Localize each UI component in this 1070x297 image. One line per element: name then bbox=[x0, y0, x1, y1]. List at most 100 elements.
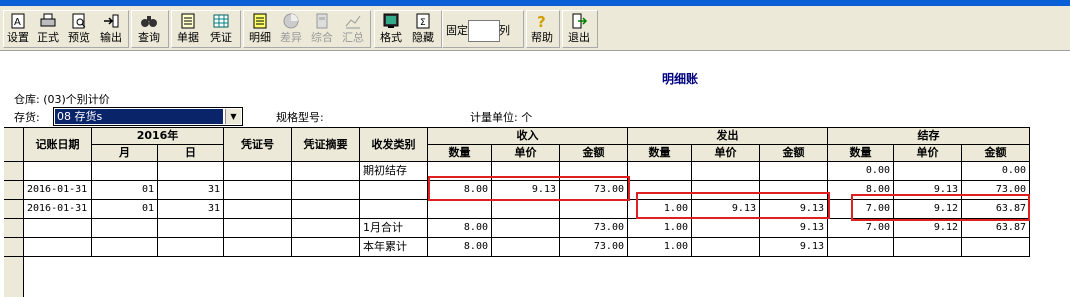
cell-out-amount[interactable] bbox=[760, 162, 828, 181]
cell-month[interactable]: 01 bbox=[92, 200, 158, 219]
cell-date[interactable] bbox=[24, 238, 92, 257]
cell-out-price[interactable] bbox=[692, 238, 760, 257]
cell-out-price[interactable] bbox=[692, 162, 760, 181]
composite-button[interactable]: 综合 bbox=[307, 9, 337, 47]
cell-voucher-summary[interactable] bbox=[292, 238, 360, 257]
settings-button[interactable]: A 设置 bbox=[4, 9, 32, 47]
difference-icon bbox=[283, 13, 299, 29]
fix-columns-input[interactable] bbox=[468, 20, 500, 42]
voucher-button[interactable]: 凭证 bbox=[205, 9, 237, 47]
inventory-select[interactable]: 08 存货s ▼ bbox=[53, 107, 243, 126]
cell-out-amount[interactable]: 9.13 bbox=[760, 238, 828, 257]
cell-type[interactable] bbox=[360, 181, 428, 200]
cell-in-amount[interactable] bbox=[560, 200, 628, 219]
cell-voucher-no[interactable] bbox=[224, 200, 292, 219]
cell-balance-price[interactable] bbox=[894, 162, 962, 181]
cell-month[interactable] bbox=[92, 219, 158, 238]
inventory-select-value: 08 存货s bbox=[55, 109, 223, 124]
cell-out-qty[interactable]: 1.00 bbox=[628, 238, 692, 257]
cell-balance-qty[interactable]: 7.00 bbox=[828, 219, 894, 238]
difference-label: 差异 bbox=[280, 31, 302, 44]
cell-out-amount[interactable]: 9.13 bbox=[760, 219, 828, 238]
chevron-down-icon[interactable]: ▼ bbox=[225, 109, 241, 124]
cell-day[interactable] bbox=[158, 219, 224, 238]
spec-label: 规格型号: bbox=[276, 111, 324, 124]
voucher-label: 凭证 bbox=[210, 31, 232, 44]
cell-type[interactable] bbox=[360, 200, 428, 219]
header-balance: 结存 bbox=[828, 128, 1030, 145]
cell-day[interactable] bbox=[158, 238, 224, 257]
cell-voucher-no[interactable] bbox=[224, 162, 292, 181]
document-button[interactable]: 单据 bbox=[173, 9, 203, 47]
cell-balance-amount[interactable] bbox=[962, 238, 1030, 257]
cell-type[interactable]: 本年累计 bbox=[360, 238, 428, 257]
row-header[interactable] bbox=[4, 200, 24, 219]
cell-month[interactable] bbox=[92, 162, 158, 181]
cell-in-qty[interactable]: 8.00 bbox=[428, 238, 492, 257]
exit-button[interactable]: 退出 bbox=[564, 9, 594, 47]
cell-date[interactable]: 2016-01-31 bbox=[24, 200, 92, 219]
format-button[interactable]: 格式 bbox=[376, 9, 406, 47]
cell-voucher-no[interactable] bbox=[224, 219, 292, 238]
cell-in-price[interactable] bbox=[492, 238, 560, 257]
cell-balance-qty[interactable]: 0.00 bbox=[828, 162, 894, 181]
help-icon: ? bbox=[537, 13, 546, 30]
difference-button[interactable]: 差异 bbox=[276, 9, 306, 47]
header-balance-amount: 金额 bbox=[962, 145, 1030, 162]
cell-voucher-no[interactable] bbox=[224, 238, 292, 257]
export-label: 输出 bbox=[100, 31, 122, 44]
cell-out-qty[interactable]: 1.00 bbox=[628, 219, 692, 238]
cell-in-qty[interactable]: 8.00 bbox=[428, 219, 492, 238]
cell-type[interactable]: 期初结存 bbox=[360, 162, 428, 181]
export-button[interactable]: 输出 bbox=[96, 9, 126, 47]
row-header[interactable] bbox=[4, 219, 24, 238]
query-button[interactable]: 查询 bbox=[134, 9, 164, 47]
cell-voucher-summary[interactable] bbox=[292, 162, 360, 181]
detail-button[interactable]: 明细 bbox=[245, 9, 275, 47]
header-year: 2016年 bbox=[92, 128, 224, 145]
row-header[interactable] bbox=[4, 238, 24, 257]
highlight-out-row bbox=[636, 192, 830, 219]
cell-date[interactable]: 2016-01-31 bbox=[24, 181, 92, 200]
cell-voucher-no[interactable] bbox=[224, 181, 292, 200]
summary-button[interactable]: 汇总 bbox=[338, 9, 368, 47]
cell-out-price[interactable] bbox=[692, 219, 760, 238]
cell-in-qty[interactable] bbox=[428, 200, 492, 219]
cell-balance-qty[interactable] bbox=[828, 238, 894, 257]
summary-icon bbox=[345, 15, 361, 29]
cell-voucher-summary[interactable] bbox=[292, 181, 360, 200]
cell-balance-amount[interactable]: 63.87 bbox=[962, 219, 1030, 238]
preview-button[interactable]: 预览 bbox=[64, 9, 94, 47]
detail-ledger-table[interactable]: 记账日期 2016年月日凭证号 凭证摘要 收发类别 收入 发出 结存 数量 单价 金额 数量 单价 金额… bbox=[4, 127, 1030, 297]
row-header[interactable] bbox=[4, 162, 24, 181]
cell-in-amount[interactable]: 73.00 bbox=[560, 238, 628, 257]
row-header[interactable] bbox=[4, 181, 24, 200]
svg-text:Σ: Σ bbox=[420, 18, 426, 28]
print-icon bbox=[40, 13, 56, 27]
cell-balance-price[interactable]: 9.12 bbox=[894, 219, 962, 238]
cell-in-price[interactable] bbox=[492, 200, 560, 219]
cell-type[interactable]: 1月合计 bbox=[360, 219, 428, 238]
cell-in-price[interactable] bbox=[492, 219, 560, 238]
cell-in-amount[interactable]: 73.00 bbox=[560, 219, 628, 238]
cell-date[interactable] bbox=[24, 219, 92, 238]
cell-day[interactable]: 31 bbox=[158, 181, 224, 200]
header-out: 发出 bbox=[628, 128, 828, 145]
cell-voucher-summary[interactable] bbox=[292, 200, 360, 219]
preview-icon bbox=[72, 13, 86, 29]
cell-day[interactable] bbox=[158, 162, 224, 181]
header-in-price: 单价 bbox=[492, 145, 560, 162]
cell-day[interactable]: 31 bbox=[158, 200, 224, 219]
svg-text:?: ? bbox=[537, 13, 546, 30]
print-button[interactable]: 正式 bbox=[34, 9, 62, 47]
cell-out-qty[interactable] bbox=[628, 162, 692, 181]
hide-button[interactable]: Σ 隐藏 bbox=[408, 9, 438, 47]
cell-balance-amount[interactable]: 0.00 bbox=[962, 162, 1030, 181]
cell-balance-price[interactable] bbox=[894, 238, 962, 257]
cell-date[interactable] bbox=[24, 162, 92, 181]
cell-month[interactable] bbox=[92, 238, 158, 257]
header-voucher-summary: 凭证摘要 bbox=[292, 128, 360, 162]
cell-voucher-summary[interactable] bbox=[292, 219, 360, 238]
help-button[interactable]: ? 帮助 bbox=[527, 9, 557, 47]
cell-month[interactable]: 01 bbox=[92, 181, 158, 200]
